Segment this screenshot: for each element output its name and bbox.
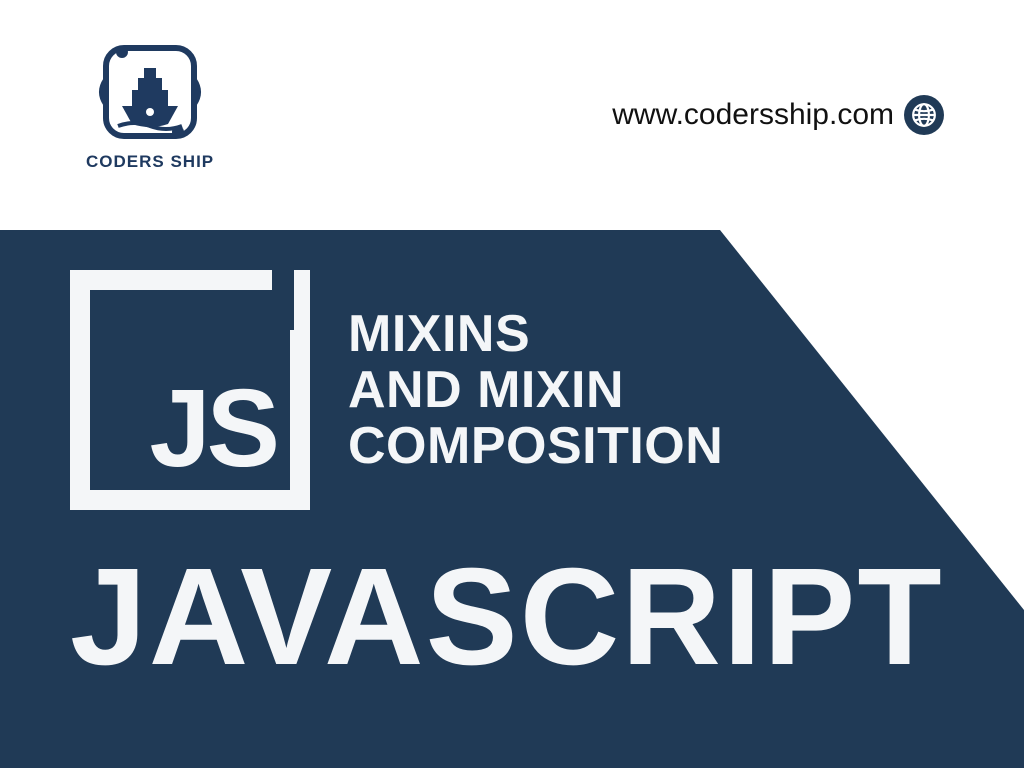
js-badge-text: JS xyxy=(149,374,276,484)
promo-card: CODERS SHIP www.codersship.com JS xyxy=(0,0,1024,768)
subtitle: MIXINS AND MIXIN COMPOSITION xyxy=(348,306,723,474)
panel-content: JS MIXINS AND MIXIN COMPOSITION xyxy=(0,230,1024,510)
subtitle-line-1: MIXINS xyxy=(348,306,723,362)
js-badge: JS xyxy=(70,270,310,510)
subtitle-line-2: AND MIXIN xyxy=(348,362,723,418)
language-title: JAVASCRIPT xyxy=(70,548,944,686)
title-row: JS MIXINS AND MIXIN COMPOSITION xyxy=(0,230,1024,510)
subtitle-line-3: COMPOSITION xyxy=(348,418,723,474)
